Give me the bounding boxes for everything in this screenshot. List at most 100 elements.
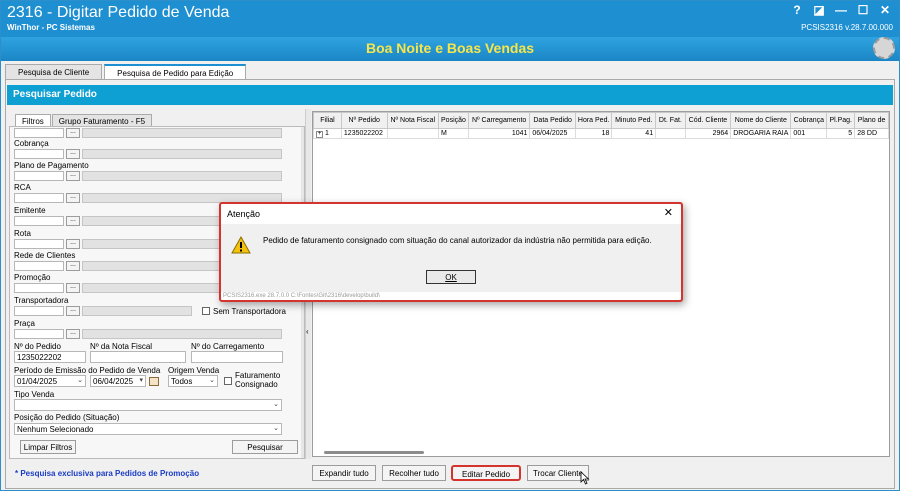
rca-label: RCA (14, 183, 31, 192)
plano-pagamento-code-field[interactable] (14, 171, 64, 181)
pesquisar-button[interactable]: Pesquisar (232, 440, 298, 454)
col-nome-cliente[interactable]: Nome do Cliente (730, 112, 792, 129)
tab-pesquisa-cliente[interactable]: Pesquisa de Cliente (5, 64, 103, 80)
expand-row-icon[interactable]: + (316, 130, 323, 138)
transportadora-code-field[interactable] (14, 306, 64, 316)
filial-lookup-button[interactable]: ... (66, 128, 80, 138)
chevron-down-icon[interactable]: ⌄ (209, 376, 215, 384)
rota-code-field[interactable] (14, 239, 64, 249)
calendar-icon[interactable] (149, 377, 159, 386)
limpar-filtros-button[interactable]: Limpar Filtros (20, 440, 76, 454)
col-filial[interactable]: Filial (313, 112, 342, 129)
emitente-label: Emitente (14, 206, 46, 215)
window-controls: ? ◪ — ☐ ✕ (791, 3, 891, 17)
promocao-code-field[interactable] (14, 283, 64, 293)
dialog-title: Atenção (227, 209, 261, 219)
plano-pagamento-description (82, 171, 282, 181)
data-inicio-field[interactable]: 01/04/2025 ⌄ (14, 375, 86, 387)
rede-clientes-code-field[interactable] (14, 261, 64, 271)
cobranca-label: Cobrança (14, 139, 49, 148)
cell-cobranca: 001 (790, 128, 828, 139)
col-pl-pag[interactable]: Pl.Pag. (826, 112, 856, 129)
num-carregamento-field[interactable] (191, 351, 283, 363)
filial-code-field[interactable] (14, 128, 64, 138)
num-nota-label: Nº da Nota Fiscal (90, 342, 153, 351)
rca-code-field[interactable] (14, 193, 64, 203)
window-title: 2316 - Digitar Pedido de Venda (7, 4, 230, 21)
cobranca-description (82, 149, 282, 159)
dropdown-arrow-icon[interactable]: ▾ (139, 376, 143, 384)
data-fim-value: 06/04/2025 (93, 377, 134, 386)
faturamento-consignado-label: Faturamento Consignado (235, 371, 281, 389)
help-icon[interactable]: ? (791, 3, 803, 17)
col-num-nota[interactable]: Nº Nota Fiscal (386, 112, 440, 129)
col-cobranca[interactable]: Cobrança (790, 112, 828, 129)
chevron-down-icon[interactable]: ⌄ (77, 376, 83, 384)
num-nota-field[interactable] (90, 351, 186, 363)
col-num-carregamento[interactable]: Nº Carregamento (467, 112, 531, 129)
col-cod-cliente[interactable]: Cód. Cliente (684, 112, 732, 129)
section-title: Pesquisar Pedido (7, 85, 893, 105)
tipo-venda-select[interactable]: ⌄ (14, 399, 282, 411)
expandir-tudo-button[interactable]: Expandir tudo (312, 465, 376, 481)
close-icon[interactable]: ✕ (879, 3, 891, 17)
tab-pesquisa-pedido[interactable]: Pesquisa de Pedido para Edição (104, 64, 247, 80)
collapse-arrow-icon[interactable]: ‹ (306, 327, 309, 336)
col-dt-fat[interactable]: Dt. Fat. (655, 112, 686, 129)
minimize-icon[interactable]: — (835, 3, 847, 17)
promocao-label: Promoção (14, 273, 51, 282)
periodo-label: Período de Emissão do Pedido de Venda (14, 366, 161, 375)
rota-lookup-button[interactable]: ... (66, 239, 80, 249)
promocao-lookup-button[interactable]: ... (66, 283, 80, 293)
dialog-message: Pedido de faturamento consignado com sit… (263, 236, 652, 245)
col-num-pedido[interactable]: Nº Pedido (340, 112, 388, 129)
praca-lookup-button[interactable]: ... (66, 329, 80, 339)
table-row[interactable]: +1 1235022202 M 1041 06/04/2025 18 41 29… (313, 128, 889, 139)
origem-venda-select[interactable]: Todos ⌄ (168, 375, 218, 387)
col-minuto-pedido[interactable]: Minuto Ped. (611, 112, 657, 129)
col-data-pedido[interactable]: Data Pedido (529, 112, 576, 129)
restore-layout-icon[interactable]: ◪ (813, 3, 825, 17)
recolher-tudo-button[interactable]: Recolher tudo (382, 465, 446, 481)
maximize-icon[interactable]: ☐ (857, 3, 869, 17)
praca-code-field[interactable] (14, 329, 64, 339)
praca-label: Praça (14, 319, 35, 328)
greeting-banner: Boa Noite e Boas Vendas (1, 37, 899, 61)
col-plano-de[interactable]: Plano de (854, 112, 889, 129)
gear-icon[interactable] (873, 37, 895, 59)
dialog-close-icon[interactable]: ✕ (664, 206, 673, 219)
data-fim-field[interactable]: 06/04/2025 ▾ (90, 375, 146, 387)
posicao-value: Nenhum Selecionado (17, 425, 94, 434)
cell-hora-pedido: 18 (574, 128, 613, 139)
col-posicao[interactable]: Posição (438, 112, 469, 129)
faturamento-consignado-checkbox[interactable] (224, 377, 232, 385)
col-hora-pedido[interactable]: Hora Ped. (574, 112, 613, 129)
transportadora-description (82, 306, 192, 316)
posicao-select[interactable]: Nenhum Selecionado ⌄ (14, 423, 282, 435)
chevron-down-icon[interactable]: ⌄ (273, 400, 279, 408)
rede-clientes-lookup-button[interactable]: ... (66, 261, 80, 271)
warning-icon (231, 236, 251, 254)
main-tabs: Pesquisa de Cliente Pesquisa de Pedido p… (5, 64, 248, 80)
chevron-down-icon[interactable]: ⌄ (273, 424, 279, 432)
rota-label: Rota (14, 229, 31, 238)
promo-note: * Pesquisa exclusiva para Pedidos de Pro… (15, 469, 200, 478)
rca-lookup-button[interactable]: ... (66, 193, 80, 203)
cobranca-code-field[interactable] (14, 149, 64, 159)
cell-num-carregamento: 1041 (467, 128, 531, 139)
emitente-lookup-button[interactable]: ... (66, 216, 80, 226)
praca-description (82, 329, 282, 339)
data-inicio-value: 01/04/2025 (17, 377, 58, 386)
cobranca-lookup-button[interactable]: ... (66, 149, 80, 159)
num-pedido-field[interactable]: 1235022202 (14, 351, 86, 363)
sem-transportadora-checkbox[interactable] (202, 307, 210, 315)
editar-pedido-button[interactable]: Editar Pedido (451, 465, 521, 481)
origem-venda-value: Todos (171, 377, 193, 386)
transportadora-lookup-button[interactable]: ... (66, 306, 80, 316)
cell-pl-pag: 5 (826, 128, 856, 139)
grid-horizontal-scrollbar[interactable] (324, 451, 424, 454)
emitente-code-field[interactable] (14, 216, 64, 226)
table-header-row: Filial Nº Pedido Nº Nota Fiscal Posição … (313, 112, 889, 129)
ok-button[interactable]: OK (426, 270, 476, 284)
plano-pagamento-lookup-button[interactable]: ... (66, 171, 80, 181)
